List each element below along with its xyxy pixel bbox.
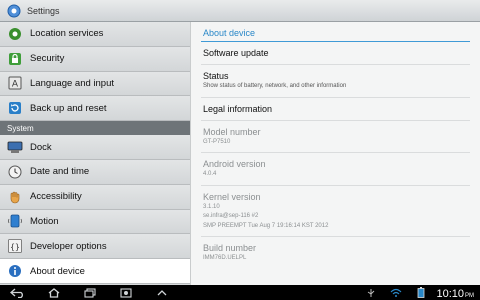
sidebar-section-system: System xyxy=(0,121,190,136)
clock-time[interactable]: 10:10 xyxy=(436,288,464,300)
hand-icon xyxy=(7,189,23,205)
sidebar-item-label: Developer options xyxy=(30,240,107,252)
sidebar-item-label: Motion xyxy=(30,215,59,227)
screenshot-icon[interactable] xyxy=(116,287,136,299)
sidebar-item-security[interactable]: Security xyxy=(0,46,190,72)
status-row[interactable]: Status Show status of battery, network, … xyxy=(201,65,470,98)
build-number-label: Build number xyxy=(203,243,257,253)
sidebar-item-motion[interactable]: Motion xyxy=(0,209,190,235)
sidebar-item-label: Security xyxy=(30,53,65,65)
recent-apps-icon[interactable] xyxy=(80,287,100,299)
model-number-label: Model number xyxy=(203,126,261,137)
home-icon[interactable] xyxy=(44,287,64,299)
android-version-value: 4.0.4 xyxy=(203,171,217,177)
sidebar-item-label: Back up and reset xyxy=(30,102,107,114)
dock-icon xyxy=(7,139,23,155)
backup-icon xyxy=(7,100,23,116)
page-title: Settings xyxy=(27,5,60,16)
clock-ampm: PM xyxy=(465,292,474,299)
sidebar-item-dock[interactable]: Dock xyxy=(0,135,190,160)
usb-icon xyxy=(361,287,381,299)
model-number-value: GT-P7510 xyxy=(203,138,231,145)
status-summary: Show status of battery, network, and oth… xyxy=(203,83,347,89)
wifi-icon xyxy=(386,287,406,299)
sidebar-item-label: Date and time xyxy=(30,166,90,178)
settings-gear-icon[interactable] xyxy=(6,3,22,19)
system-navigation-bar: 10:10PM xyxy=(0,285,480,300)
battery-icon xyxy=(411,287,431,299)
mini-apps-icon[interactable] xyxy=(152,287,172,299)
lock-icon xyxy=(7,51,23,67)
kernel-version-label: Kernel version xyxy=(203,191,261,202)
sidebar-item-about-device[interactable]: About device xyxy=(0,259,190,284)
kernel-build-date: SMP PREEMPT Tue Aug 7 19:16:14 KST 2012 xyxy=(203,222,329,229)
motion-icon xyxy=(7,213,23,229)
sidebar-item-back-up-and-reset[interactable]: Back up and reset xyxy=(0,96,190,122)
software-update-row[interactable]: Software update xyxy=(201,42,470,65)
section-title: About device xyxy=(201,28,470,42)
keyboard-icon: A xyxy=(7,75,23,91)
sidebar-item-label: Accessibility xyxy=(30,191,82,203)
software-update-label: Software update xyxy=(203,48,269,58)
title-bar: Settings xyxy=(0,0,480,22)
android-version-row[interactable]: Android version 4.0.4 xyxy=(201,153,470,186)
build-number-row: Build number IMM76D.UELPL xyxy=(201,237,470,269)
kernel-version-row: Kernel version 3.1.10 se.infra@sep-116 #… xyxy=(201,186,470,237)
sidebar-item-date-and-time[interactable]: Date and time xyxy=(0,159,190,185)
about-device-panel: About device Software update Status Show… xyxy=(190,22,480,285)
location-icon xyxy=(7,26,23,42)
sidebar-item-label: Dock xyxy=(30,141,52,153)
svg-text:{}: {} xyxy=(10,243,20,252)
model-number-row: Model number GT-P7510 xyxy=(201,121,470,153)
braces-icon: {} xyxy=(7,238,23,254)
sidebar-item-language-and-input[interactable]: A Language and input xyxy=(0,71,190,97)
kernel-build-host: se.infra@sep-116 #2 xyxy=(203,213,259,219)
sidebar-item-location-services[interactable]: Location services xyxy=(0,22,190,47)
build-number-value: IMM76D.UELPL xyxy=(203,255,247,261)
sidebar-item-label: Location services xyxy=(30,28,104,40)
info-icon xyxy=(7,263,23,279)
status-label: Status xyxy=(203,71,229,81)
sidebar-item-accessibility[interactable]: Accessibility xyxy=(0,184,190,210)
kernel-version-line: 3.1.10 xyxy=(203,203,220,210)
legal-information-label: Legal information xyxy=(203,103,273,114)
svg-text:A: A xyxy=(12,80,19,90)
settings-sidebar: Location services Security A Language an… xyxy=(0,22,190,285)
legal-information-row[interactable]: Legal information xyxy=(201,98,470,121)
android-version-label: Android version xyxy=(203,159,266,169)
sidebar-item-label: Language and input xyxy=(30,77,114,89)
sidebar-item-developer-options[interactable]: {} Developer options xyxy=(0,234,190,260)
clock-icon xyxy=(7,164,23,180)
back-icon[interactable] xyxy=(8,287,28,299)
sidebar-item-label: About device xyxy=(30,265,85,277)
